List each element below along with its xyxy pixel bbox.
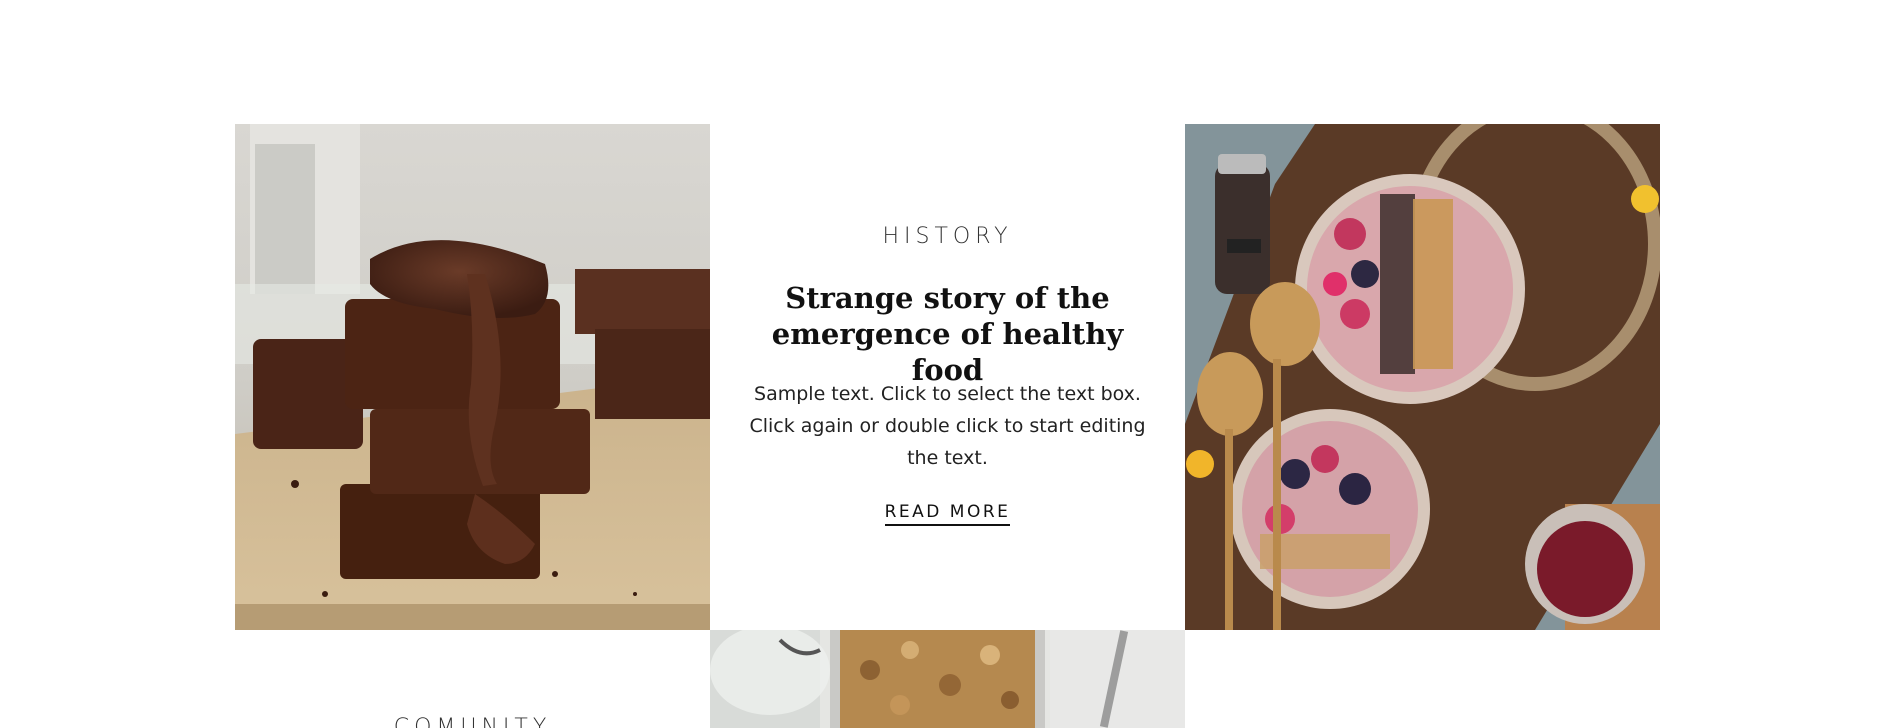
- page: HISTORY Strange story of the emergence o…: [0, 0, 1891, 728]
- brownie-image: [235, 124, 710, 630]
- section-eyebrow-comunity: COMUNITY: [393, 715, 552, 728]
- granola-jar-image: [710, 630, 1185, 728]
- comunity-card: COMUNITY: [235, 630, 710, 728]
- read-more-wrapper: READ MORE: [710, 502, 1185, 526]
- article-body: Sample text. Click to select the text bo…: [749, 383, 1146, 469]
- article-headline: Strange story of the emergence of health…: [771, 281, 1124, 387]
- read-more-link[interactable]: READ MORE: [884, 502, 1011, 526]
- smoothie-bowls-image: [1185, 124, 1660, 630]
- section-eyebrow-history: HISTORY: [882, 224, 1013, 249]
- history-card: HISTORY Strange story of the emergence o…: [710, 124, 1185, 630]
